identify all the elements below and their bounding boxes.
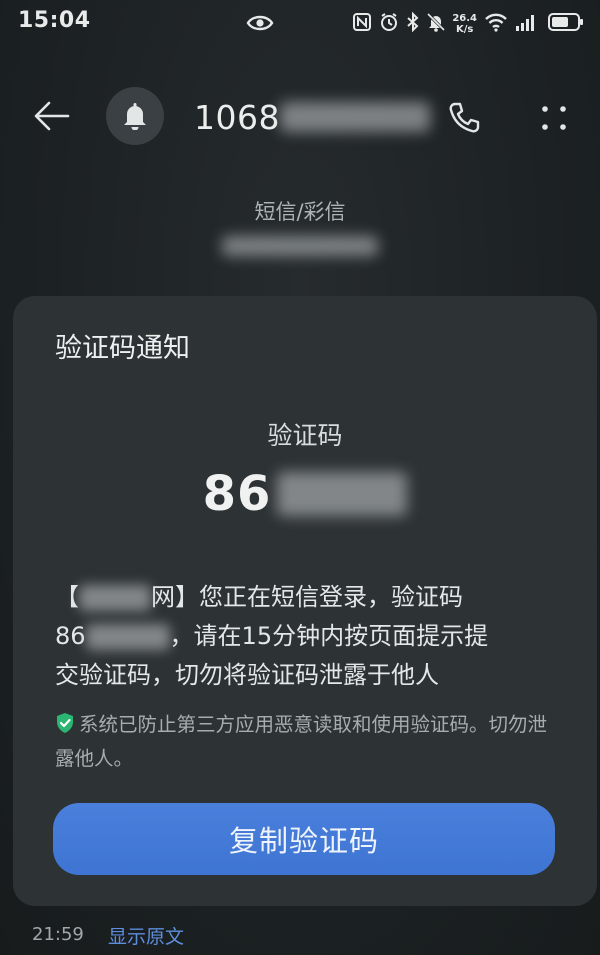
sms-conversation-screen: 15:04 26.4 K/s 1068 短信/彩信 验证码通知 验证码 86 【…	[0, 0, 600, 955]
signal-icon	[515, 12, 541, 36]
avatar[interactable]	[106, 87, 164, 145]
bell-icon	[124, 103, 146, 130]
more-options-button[interactable]	[530, 94, 578, 142]
status-bar: 15:04 26.4 K/s	[0, 0, 600, 48]
alarm-icon	[379, 12, 399, 36]
battery-icon	[548, 12, 584, 36]
mute-bell-icon	[427, 12, 446, 36]
body-line2-rest: ，请在15分钟内按页面提示提	[169, 622, 489, 650]
copy-code-button[interactable]: 复制验证码	[53, 803, 555, 875]
channel-label: 短信/彩信	[254, 200, 346, 224]
message-timestamp: 21:59	[32, 924, 84, 945]
nfc-icon	[352, 12, 372, 36]
body-bracket-open: 【	[55, 583, 79, 611]
security-note: 系统已防止第三方应用恶意读取和使用验证码。切勿泄露他人。	[55, 709, 565, 774]
bluetooth-icon	[406, 11, 420, 36]
redacted-number-blur	[279, 102, 430, 132]
conversation-header: 1068	[0, 78, 600, 154]
status-icons: 26.4 K/s	[352, 10, 584, 38]
verification-code-card: 验证码通知 验证码 86 【 网】您正在短信登录，验证码 86 ，请在15分钟内按页…	[13, 296, 597, 906]
phone-icon	[449, 102, 480, 133]
eye-icon	[246, 14, 274, 36]
net-speed-value: 26.4	[452, 13, 477, 24]
net-speed: 26.4 K/s	[452, 13, 477, 35]
arrow-left-icon	[34, 101, 70, 131]
shield-check-icon	[55, 712, 75, 743]
body-code-prefix: 86	[55, 622, 86, 650]
redacted-sender-blur	[79, 585, 151, 611]
redacted-subtitle-blur	[222, 236, 378, 256]
sender-title: 1068	[194, 95, 430, 139]
call-button[interactable]	[440, 94, 488, 142]
code-value: 86	[202, 466, 272, 522]
status-time: 15:04	[18, 8, 91, 33]
sender-number: 1068	[194, 97, 280, 137]
message-body[interactable]: 【 网】您正在短信登录，验证码 86 ，请在15分钟内按页面提示提 交验证码，切勿将…	[55, 578, 565, 695]
verification-code[interactable]: 86	[13, 466, 597, 522]
body-line3: 交验证码，切勿将验证码泄露于他人	[55, 661, 439, 689]
wifi-icon	[484, 12, 508, 36]
more-dots-icon	[542, 106, 566, 130]
redacted-body-code-blur	[85, 624, 170, 650]
body-line1-rest: 网】您正在短信登录，验证码	[151, 583, 463, 611]
back-button[interactable]	[30, 94, 74, 138]
net-speed-unit: K/s	[455, 24, 474, 35]
redacted-code-blur	[277, 472, 408, 516]
code-label: 验证码	[267, 421, 343, 450]
show-original-link[interactable]: 显示原文	[108, 922, 184, 949]
security-note-text: 系统已防止第三方应用恶意读取和使用验证码。切勿泄露他人。	[55, 713, 548, 770]
card-title: 验证码通知	[55, 333, 190, 364]
